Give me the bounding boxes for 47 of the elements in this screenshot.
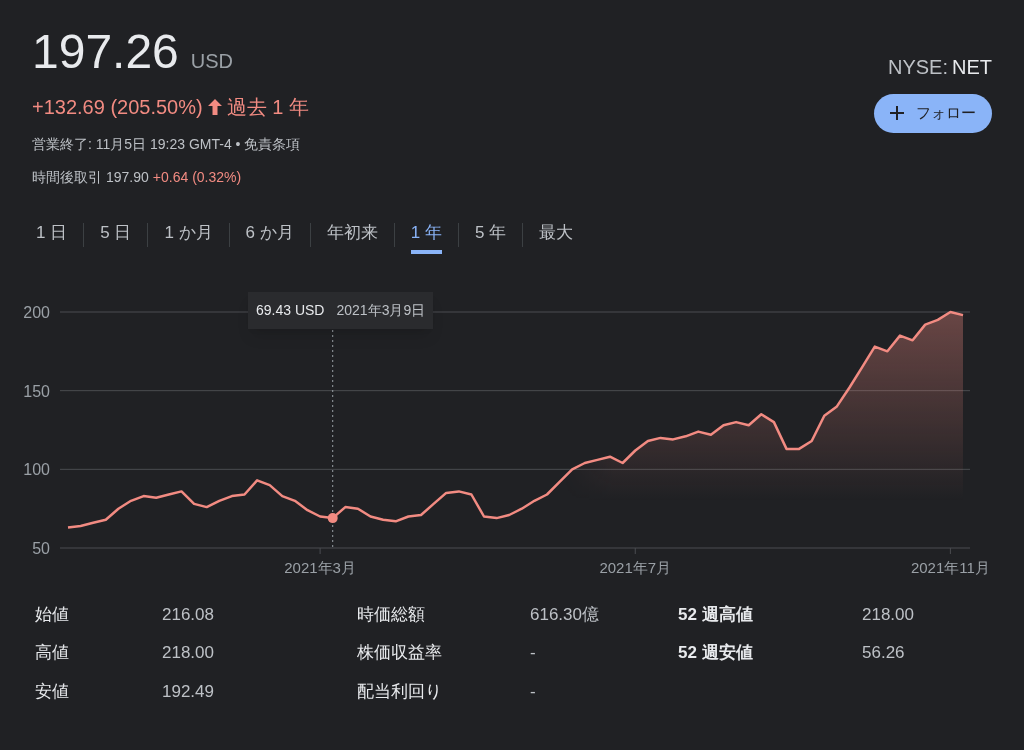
x-axis-label: 2021年3月 <box>284 558 356 576</box>
y-axis-label: 100 <box>23 460 50 478</box>
stat-value: 218.00 <box>862 603 915 626</box>
exchange: NYSE: <box>887 55 948 80</box>
y-axis-label: 50 <box>32 539 50 557</box>
plus-icon <box>890 106 904 121</box>
range-tab[interactable]: 5 年 <box>474 216 507 254</box>
stat-label: 配当利回り <box>357 680 443 703</box>
hover-point <box>327 512 338 523</box>
stat-value: 192.49 <box>162 680 215 703</box>
stat-label: 時価総額 <box>357 603 426 626</box>
stat-value: - <box>530 642 537 664</box>
after-hours-change: +0.64 (0.32%) <box>152 168 242 187</box>
price-change: +132.69 (205.50%) <box>32 95 203 120</box>
stat-value: - <box>530 680 537 703</box>
market-status: 営業終了: 11月5日 19:23 GMT-4 • 免責条項 <box>32 135 302 154</box>
stat-value: 216.08 <box>162 603 215 626</box>
stat-value: 616.30億 <box>530 603 600 626</box>
range-tab[interactable]: 1 か月 <box>164 216 213 254</box>
stat-value: 218.00 <box>162 642 215 664</box>
currency: USD <box>190 49 234 74</box>
x-axis-label: 2021年11月 <box>910 558 990 576</box>
arrow-up-icon <box>206 98 223 116</box>
stat-label: 株価収益率 <box>357 642 443 664</box>
range-tab[interactable]: 最大 <box>539 216 574 254</box>
x-axis-label: 2021年7月 <box>599 558 672 576</box>
range-tab[interactable]: 年初来 <box>326 216 378 254</box>
after-hours-label: 時間後取引 <box>32 168 102 187</box>
ticker-symbol: NET <box>952 55 992 80</box>
range-tab[interactable]: 1 日 <box>36 216 68 254</box>
follow-button[interactable]: フォロー <box>874 94 992 133</box>
y-axis-label: 200 <box>23 303 50 321</box>
range-tab[interactable]: 1 年 <box>410 216 442 254</box>
range-tab[interactable]: 6 か月 <box>245 216 294 254</box>
stat-label: 安値 <box>35 680 70 703</box>
after-hours-price: 197.90 <box>106 168 149 187</box>
y-axis-label: 150 <box>23 382 50 400</box>
stat-label: 始値 <box>35 603 70 626</box>
tooltip-price: 69.43 USD <box>256 300 325 320</box>
stat-label: 高値 <box>35 642 70 664</box>
stat-value: 56.26 <box>862 642 906 664</box>
price: 197.26 <box>32 28 179 76</box>
stat-label: 52 週安値 <box>678 642 754 664</box>
period: 過去 1 年 <box>226 95 309 120</box>
tooltip-date: 2021年3月9日 <box>336 300 426 320</box>
range-tab[interactable]: 5 日 <box>100 216 132 254</box>
stat-label: 52 週高値 <box>678 603 754 626</box>
